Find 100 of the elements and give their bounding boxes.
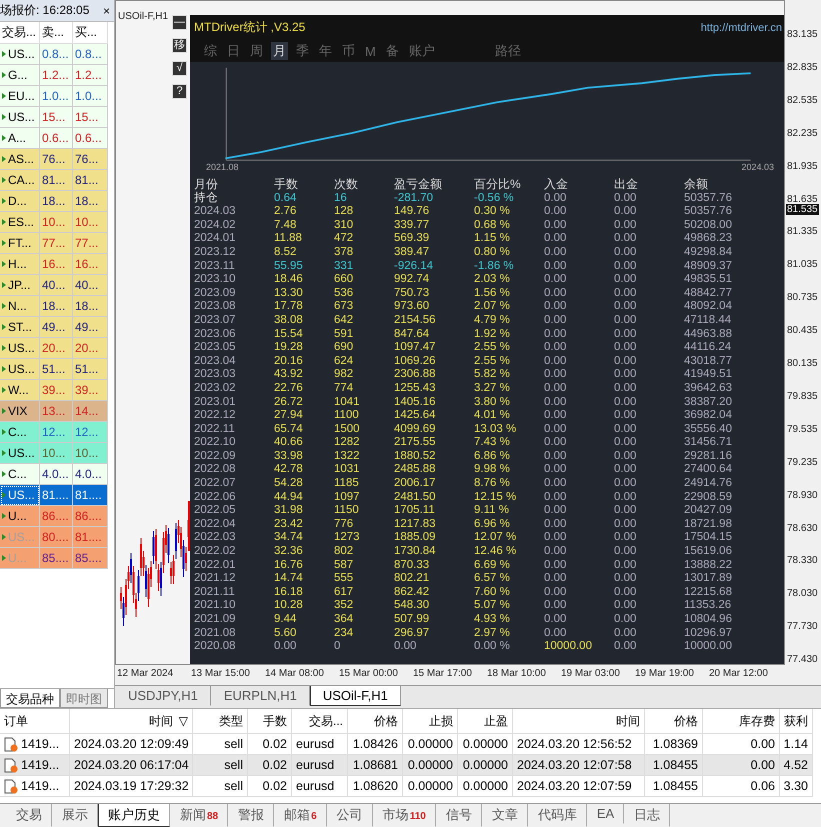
stats-cell-text: 0.00 — [544, 518, 568, 532]
symbol-cell[interactable]: US... — [0, 485, 40, 506]
stats-cell-text: 3.80 % — [474, 396, 511, 410]
stats-cell-text: 0.00 — [544, 436, 568, 450]
table-cell: 1.08455 — [645, 755, 703, 776]
panel-button[interactable]: — — [172, 15, 187, 30]
symbol-cell[interactable]: D... — [0, 191, 40, 212]
terminal-tab[interactable]: EA — [586, 804, 624, 824]
stats-cell-text: 660 — [334, 273, 354, 287]
symbol-cell[interactable]: G... — [0, 65, 40, 86]
chart-title: USOil-F,H1 — [118, 11, 168, 22]
bid-cell: 10... — [40, 212, 73, 233]
symbol-cell[interactable]: ST... — [0, 317, 40, 338]
terminal-tab[interactable]: 交易 — [6, 804, 52, 827]
panel-title: 场报价: 16:28:05 — [0, 2, 90, 19]
symbol-cell[interactable]: JP... — [0, 275, 40, 296]
symbol-cell[interactable]: US... — [0, 107, 40, 128]
stats-cell-text: 10000.00 — [544, 640, 593, 654]
close-button[interactable]: × — [102, 4, 110, 18]
stats-cell-text: 548.30 — [394, 599, 430, 613]
price-label: 81.935 — [786, 160, 819, 172]
column-header[interactable]: 买... — [73, 22, 108, 44]
stats-cell-text: 591 — [334, 328, 354, 342]
symbol-cell[interactable]: U... — [0, 506, 40, 527]
stats-cell-text: 0.30 % — [474, 205, 511, 219]
table-cell: 2024.03.20 06:17:04 — [70, 755, 193, 776]
symbol-cell[interactable]: CA... — [0, 170, 40, 191]
count-label: 88 — [207, 811, 218, 822]
stats-cell-text: 2022.11 — [194, 422, 236, 436]
stats-cell-text: 0.00 — [614, 518, 638, 532]
stats-cell-text: 0.00 — [544, 572, 568, 586]
symbol-cell[interactable]: ES... — [0, 212, 40, 233]
terminal-tab[interactable]: 邮箱6 — [274, 804, 327, 827]
stats-cell-text: 0.00 — [614, 504, 638, 518]
table-cell: eurusd — [292, 776, 348, 797]
symbol-cell[interactable]: US... — [0, 359, 40, 380]
symbol-cell[interactable]: US... — [0, 44, 40, 65]
chart-tab[interactable]: USDJPY,H1 — [115, 686, 211, 706]
panel-tab[interactable]: 交易品种 — [0, 689, 60, 708]
terminal-tab[interactable]: 日志 — [624, 804, 670, 827]
stats-cell-text: 19.28 — [274, 341, 304, 355]
ask-cell: 40... — [73, 275, 108, 296]
bid-cell: 0.6... — [40, 128, 73, 149]
symbol-cell[interactable]: US... — [0, 338, 40, 359]
panel-button[interactable]: ? — [172, 84, 187, 99]
stats-cell-text: 982 — [334, 368, 354, 382]
stats-cell-text: 776 — [334, 518, 354, 532]
terminal-tab[interactable]: 账户历史 — [98, 804, 170, 827]
symbol-cell[interactable]: N... — [0, 296, 40, 317]
stats-cell-text: 2021.08 — [194, 626, 237, 640]
panel-button[interactable]: √ — [172, 61, 187, 76]
terminal-tab[interactable]: 新闻88 — [170, 804, 228, 827]
symbol-cell[interactable]: FT... — [0, 233, 40, 254]
stats-cell-text: 31.98 — [274, 504, 304, 518]
symbol-cell[interactable]: EU... — [0, 86, 40, 107]
period-tab[interactable]: 月 — [271, 42, 288, 60]
website-link[interactable]: http://mtdriver.cn — [700, 22, 782, 34]
terminal-tab[interactable]: 公司 — [326, 804, 373, 827]
stats-cell-text: -1.86 % — [474, 260, 515, 274]
column-header[interactable]: 卖... — [40, 22, 73, 44]
stats-cell-text: 2022.07 — [194, 477, 237, 491]
trend-arrow-icon — [2, 471, 6, 477]
stats-cell-text: 0.00 — [544, 314, 568, 328]
stats-cell-text: 0.00 — [544, 463, 568, 478]
symbol-cell[interactable]: A... — [0, 128, 40, 149]
price-label: 82.235 — [786, 128, 819, 139]
terminal-tab[interactable]: 警报 — [228, 804, 274, 827]
stats-cell-text: 0.00 — [544, 422, 568, 436]
stats-cell-text: 48842.77 — [684, 286, 733, 300]
chart-tab[interactable]: USOil-F,H1 — [310, 686, 401, 706]
stats-header: 手数 — [274, 178, 299, 192]
stats-title: MTDriver统计 ,V3.25 — [194, 19, 306, 36]
stats-cell-text: 6.57 % — [474, 572, 511, 586]
terminal-tab[interactable]: 信号 — [436, 804, 482, 827]
stats-cell-text: 1705.11 — [394, 504, 436, 518]
stats-cell-text: 0.00 — [614, 354, 638, 368]
symbol-cell[interactable]: H... — [0, 254, 40, 275]
stats-cell-text: 10296.97 — [684, 626, 733, 640]
symbol-cell[interactable]: C... — [0, 422, 40, 443]
symbol-cell[interactable]: US... — [0, 443, 40, 464]
stats-cell-text: 13.30 — [274, 286, 304, 300]
panel-tab[interactable]: 即时图 — [60, 689, 108, 708]
symbol-cell[interactable]: C... — [0, 464, 40, 485]
panel-button[interactable]: 移 — [172, 38, 187, 53]
stats-cell-text: 0.00 — [544, 586, 568, 600]
symbol-cell[interactable]: W... — [0, 380, 40, 401]
table-cell: sell — [193, 755, 248, 776]
stats-cell-text: 0.00 — [614, 531, 638, 546]
symbol-cell[interactable]: AS... — [0, 149, 40, 170]
stats-cell-text: 49298.84 — [684, 246, 733, 260]
terminal-tab[interactable]: 市场 110 — [372, 804, 436, 827]
terminal-tab[interactable]: 代码库 — [528, 804, 587, 827]
stats-cell-text: 12215.68 — [684, 586, 733, 600]
stats-cell-text: 42.78 — [274, 463, 304, 478]
price-label: 78.330 — [786, 555, 819, 566]
symbol-cell[interactable]: VIX — [0, 401, 40, 422]
terminal-tab[interactable]: 文章 — [482, 804, 528, 827]
stats-cell-text: 4.79 % — [474, 314, 511, 328]
bid-cell: 1.2... — [40, 65, 73, 86]
column-header[interactable]: 交易... — [0, 22, 40, 44]
